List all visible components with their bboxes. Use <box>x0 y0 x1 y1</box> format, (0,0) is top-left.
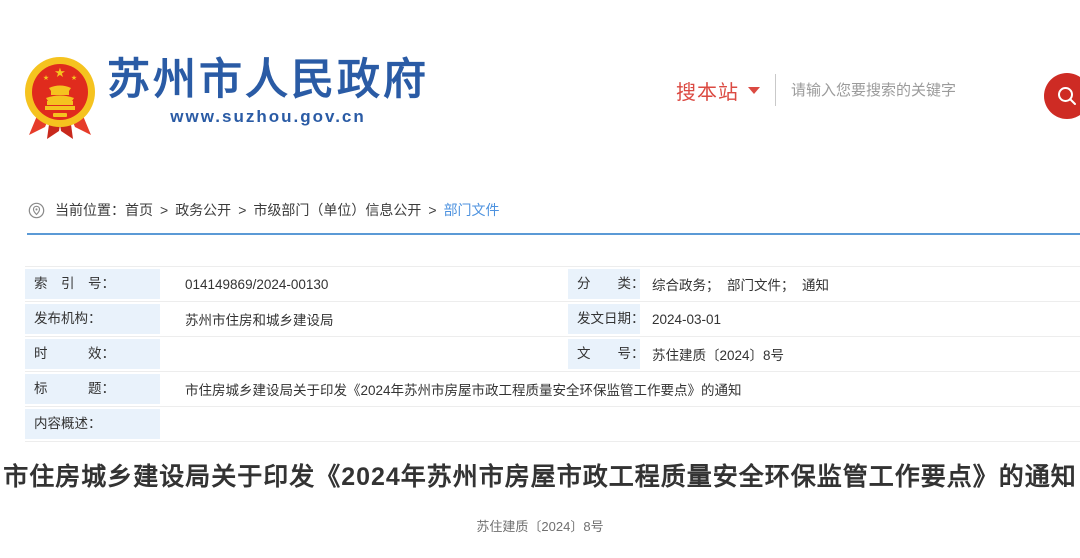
index-number-value: 014149869/2024-00130 <box>163 267 565 302</box>
site-title: 苏州市人民政府 <box>107 55 429 105</box>
site-url: www.suzhou.gov.cn <box>107 107 429 127</box>
chevron-down-icon <box>748 87 760 94</box>
category-label: 分 类： <box>568 269 640 299</box>
section-divider-line <box>27 233 1080 235</box>
location-pin-icon <box>28 202 45 219</box>
doc-number-value: 苏住建质〔2024〕8号 <box>643 337 1080 372</box>
breadcrumb: 当前位置： 首页 > 政务公开 > 市级部门（单位）信息公开 > 部门文件 <box>28 200 500 220</box>
breadcrumb-item-home[interactable]: 首页 <box>125 200 153 220</box>
issuing-agency-label: 发布机构： <box>25 304 160 334</box>
table-row: 索 引 号： 014149869/2024-00130 分 类： 综合政务； 部… <box>25 267 1080 302</box>
site-search-bar: 搜本站 <box>676 70 1031 110</box>
page: ★ ★ ★ 苏州市人民政府 www.suzhou.gov.cn 搜本站 <box>0 0 1080 558</box>
table-row: 内容概述： <box>25 407 1080 442</box>
issuing-agency-value: 苏州市住房和城乡建设局 <box>163 302 565 337</box>
table-row: 时 效： 文 号： 苏住建质〔2024〕8号 <box>25 337 1080 372</box>
validity-label: 时 效： <box>25 339 160 369</box>
table-row: 发布机构： 苏州市住房和城乡建设局 发文日期： 2024-03-01 <box>25 302 1080 337</box>
svg-text:★: ★ <box>43 74 49 82</box>
breadcrumb-item-dept-documents[interactable]: 部门文件 <box>444 200 500 220</box>
summary-value <box>163 407 1080 442</box>
search-icon <box>1055 84 1079 108</box>
document-meta-table: 索 引 号： 014149869/2024-00130 分 类： 综合政务； 部… <box>25 266 1080 442</box>
search-scope-dropdown[interactable]: 搜本站 <box>676 76 760 105</box>
search-divider <box>775 74 776 106</box>
breadcrumb-separator: > <box>428 202 436 218</box>
breadcrumb-location-label: 当前位置： <box>55 200 125 220</box>
search-input[interactable] <box>791 82 1031 99</box>
breadcrumb-item-departments[interactable]: 市级部门（单位）信息公开 <box>253 200 421 220</box>
breadcrumb-separator: > <box>160 202 168 218</box>
category-value: 综合政务； 部门文件； 通知 <box>643 267 1080 302</box>
document-title: 市住房城乡建设局关于印发《2024年苏州市房屋市政工程质量安全环保监管工作要点》… <box>0 457 1080 493</box>
svg-text:★: ★ <box>54 65 66 80</box>
breadcrumb-item-gov-affairs[interactable]: 政务公开 <box>175 200 231 220</box>
title-label: 标 题： <box>25 374 160 404</box>
document-number: 苏住建质〔2024〕8号 <box>0 516 1080 535</box>
validity-value <box>163 337 565 372</box>
search-button[interactable] <box>1044 73 1080 119</box>
site-logo-link[interactable]: ★ ★ ★ 苏州市人民政府 www.suzhou.gov.cn <box>23 55 429 141</box>
table-row: 标 题： 市住房城乡建设局关于印发《2024年苏州市房屋市政工程质量安全环保监管… <box>25 372 1080 407</box>
doc-number-label: 文 号： <box>568 339 640 369</box>
issue-date-value: 2024-03-01 <box>643 302 1080 337</box>
index-number-label: 索 引 号： <box>25 269 160 299</box>
national-emblem-icon: ★ ★ ★ <box>23 55 97 141</box>
issue-date-label: 发文日期： <box>568 304 640 334</box>
breadcrumb-separator: > <box>238 202 246 218</box>
summary-label: 内容概述： <box>25 409 160 439</box>
svg-text:★: ★ <box>71 74 77 82</box>
title-value: 市住房城乡建设局关于印发《2024年苏州市房屋市政工程质量安全环保监管工作要点》… <box>163 372 1080 407</box>
search-scope-label: 搜本站 <box>676 76 739 105</box>
